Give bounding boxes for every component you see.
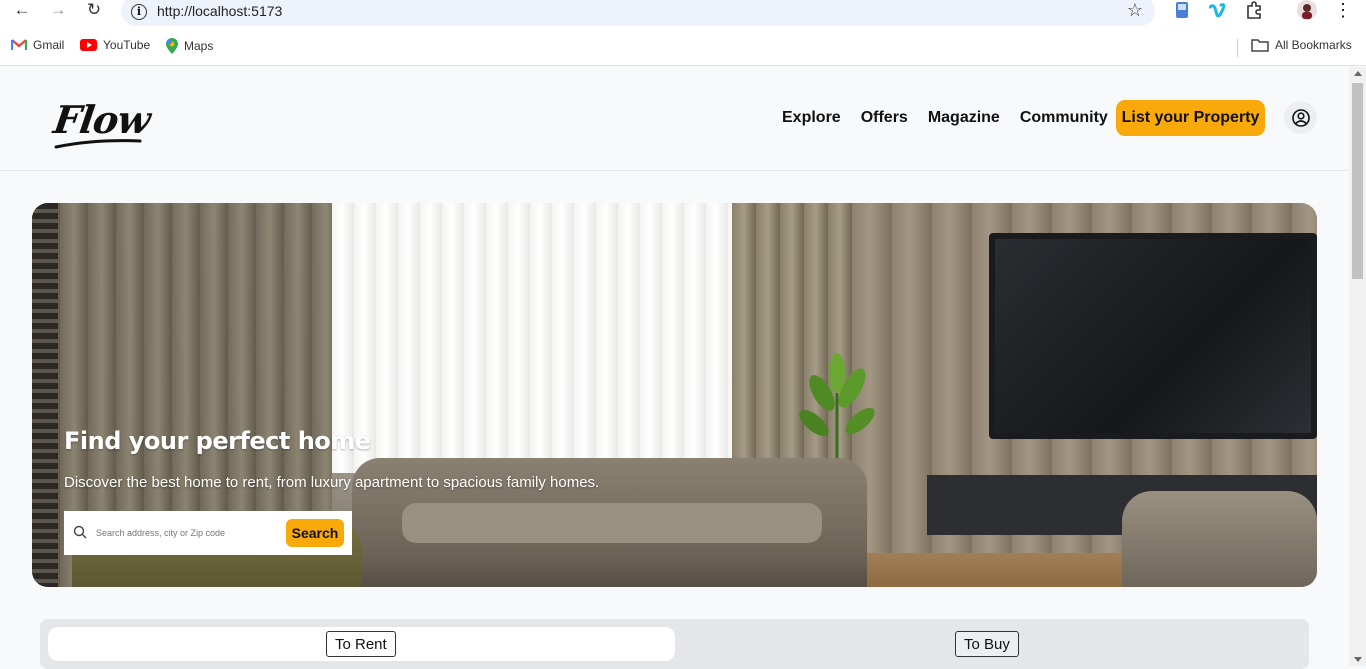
scrollbar-thumb[interactable] bbox=[1352, 83, 1363, 279]
all-bookmarks-label: All Bookmarks bbox=[1275, 38, 1352, 52]
logo-swoosh-icon bbox=[54, 139, 142, 149]
bookmark-gmail[interactable]: Gmail bbox=[11, 38, 64, 52]
hero-image-sofa-cushion bbox=[402, 503, 822, 543]
bookmark-youtube[interactable]: YouTube bbox=[80, 38, 150, 52]
list-property-button[interactable]: List your Property bbox=[1116, 100, 1265, 136]
listing-type-tabs: To Rent To Buy bbox=[40, 619, 1309, 669]
hero-image-sheer-curtain bbox=[332, 203, 752, 473]
hero-image-floor bbox=[852, 553, 1152, 587]
extensions-puzzle-icon[interactable] bbox=[1243, 0, 1265, 20]
search-input[interactable] bbox=[96, 523, 276, 543]
hero-image-blind bbox=[32, 203, 58, 587]
hero-subtitle: Discover the best home to rent, from lux… bbox=[64, 474, 600, 491]
hero-title: Find your perfect home bbox=[64, 427, 371, 455]
site-info-icon[interactable]: i bbox=[131, 4, 147, 20]
tab-to-rent[interactable]: To Rent bbox=[326, 631, 396, 657]
address-bar[interactable]: i http://localhost:5173 ☆ bbox=[121, 0, 1155, 26]
nav-magazine[interactable]: Magazine bbox=[928, 109, 1000, 127]
profile-avatar-icon[interactable] bbox=[1296, 0, 1318, 20]
gmail-icon bbox=[11, 39, 27, 50]
user-account-button[interactable] bbox=[1284, 101, 1317, 134]
flow-logo[interactable]: Flow bbox=[51, 97, 153, 142]
hero-image-armchair-right bbox=[1122, 491, 1317, 587]
browser-menu-icon[interactable]: ⋮ bbox=[1332, 0, 1354, 20]
bookmark-star-icon[interactable]: ☆ bbox=[1127, 0, 1143, 21]
all-bookmarks-button[interactable]: All Bookmarks bbox=[1251, 38, 1352, 52]
bookmarks-divider bbox=[1237, 39, 1238, 57]
search-button[interactable]: Search bbox=[286, 519, 344, 547]
scroll-down-arrow-icon[interactable] bbox=[1354, 657, 1362, 662]
hero-search-bar: Search bbox=[64, 511, 352, 555]
extension-doc-icon[interactable] bbox=[1171, 0, 1193, 20]
folder-icon bbox=[1251, 39, 1269, 52]
back-arrow-icon[interactable]: ← bbox=[8, 0, 36, 20]
site-header: Flow Explore Offers Magazine Community L… bbox=[0, 67, 1349, 171]
main-nav: Explore Offers Magazine Community bbox=[782, 109, 1108, 127]
bookmarks-bar: Gmail YouTube Maps All Bookmarks bbox=[0, 32, 1366, 66]
user-circle-icon bbox=[1291, 108, 1310, 127]
bookmark-label: Maps bbox=[184, 39, 214, 53]
youtube-icon bbox=[80, 39, 97, 51]
hero-banner: Find your perfect home Discover the best… bbox=[32, 203, 1317, 587]
reload-icon[interactable]: ↻ bbox=[80, 0, 108, 20]
nav-offers[interactable]: Offers bbox=[861, 109, 908, 127]
maps-icon bbox=[166, 38, 178, 54]
nav-explore[interactable]: Explore bbox=[782, 109, 841, 127]
forward-arrow-icon[interactable]: → bbox=[44, 0, 72, 20]
page-scrollbar[interactable] bbox=[1349, 67, 1366, 666]
bookmark-label: Gmail bbox=[33, 38, 65, 52]
hero-image-plant bbox=[799, 353, 875, 463]
address-bar-url[interactable]: http://localhost:5173 bbox=[157, 3, 282, 19]
bookmark-label: YouTube bbox=[103, 38, 151, 52]
nav-community[interactable]: Community bbox=[1020, 109, 1108, 127]
bookmark-maps[interactable]: Maps bbox=[166, 38, 213, 54]
hero-image-tv bbox=[989, 233, 1317, 439]
scroll-up-arrow-icon[interactable] bbox=[1354, 71, 1362, 76]
search-icon bbox=[73, 525, 87, 539]
tab-to-buy[interactable]: To Buy bbox=[955, 631, 1019, 657]
vimeo-extension-icon[interactable] bbox=[1207, 0, 1229, 20]
browser-toolbar: ← → ↻ i http://localhost:5173 ☆ ⋮ bbox=[0, 0, 1366, 32]
